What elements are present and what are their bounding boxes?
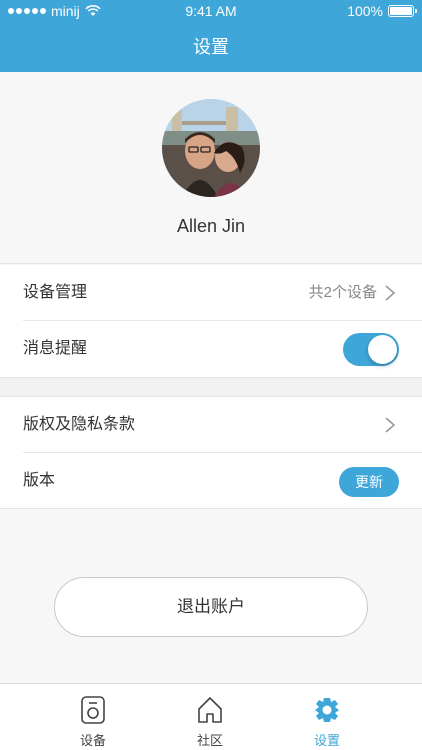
copyright-label: 版权及隐私条款	[23, 416, 136, 433]
section-bottom-border	[0, 508, 422, 509]
battery-icon	[388, 5, 417, 17]
notifications-label: 消息提醒	[23, 340, 88, 357]
user-name: Allen Jin	[176, 216, 246, 236]
device-management-label: 设备管理	[23, 284, 88, 301]
chevron-right-icon	[385, 417, 396, 433]
version-label: 版本	[23, 472, 56, 489]
tab-label: 设置	[313, 733, 340, 748]
device-icon	[81, 696, 105, 724]
battery-percent: 100%	[347, 3, 383, 19]
avatar-photo	[162, 99, 260, 197]
profile-section: Allen Jin	[0, 72, 422, 264]
gear-icon	[315, 698, 339, 722]
chevron-right-icon	[385, 285, 396, 301]
update-button[interactable]: 更新	[339, 467, 399, 497]
tab-bar: 设备 社区 设置	[0, 683, 422, 750]
device-management-row[interactable]: 设备管理 共2个设备	[0, 265, 422, 321]
page-title: 设置	[193, 37, 229, 57]
battery-info: 100%	[347, 3, 417, 19]
home-icon	[198, 697, 222, 723]
status-bar: minij 9:41 AM 100%	[0, 0, 422, 22]
avatar[interactable]	[162, 99, 260, 197]
section-divider	[0, 377, 422, 397]
version-row: 版本 更新	[0, 453, 422, 509]
logout-button[interactable]: 退出账户	[54, 577, 368, 637]
toggle-knob	[368, 335, 397, 364]
notifications-toggle[interactable]	[343, 333, 399, 366]
notifications-row: 消息提醒	[0, 321, 422, 377]
copyright-row[interactable]: 版权及隐私条款	[0, 397, 422, 453]
nav-bar: 设置	[0, 22, 422, 72]
tab-settings[interactable]: 设置	[257, 684, 397, 750]
device-count: 共2个设备	[308, 284, 377, 301]
